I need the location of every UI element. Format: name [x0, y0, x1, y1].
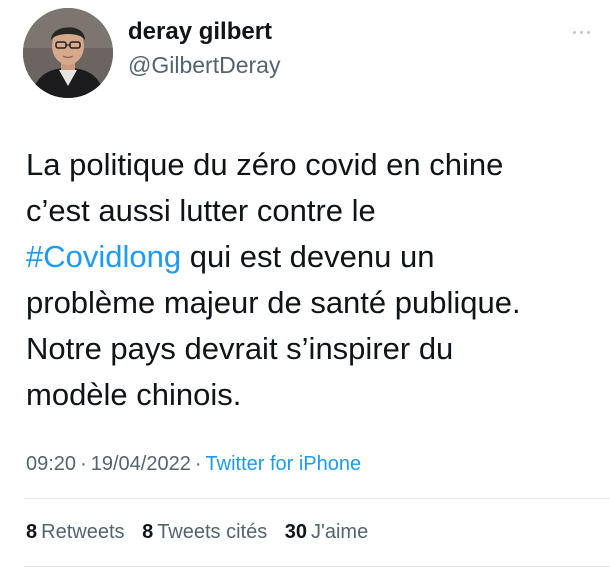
divider — [24, 498, 610, 499]
tweet-date[interactable]: 19/04/2022 — [91, 453, 191, 475]
tweet-stats: 8 Retweets 8 Tweets cités 30 J'aime — [26, 521, 380, 544]
tweet-text-line: c’est aussi lutter contre le — [26, 193, 376, 228]
author-handle[interactable]: @GilbertDeray — [128, 52, 280, 79]
quote-tweets-count: 8 — [142, 521, 154, 543]
likes-count: 30 — [284, 521, 308, 543]
tweet-card: deray gilbert @GilbertDeray La politique… — [0, 0, 610, 577]
quote-tweets-label: Tweets cités — [157, 521, 268, 543]
quote-tweets-stat[interactable]: 8 Tweets cités — [142, 521, 267, 543]
tweet-time[interactable]: 09:20 — [26, 453, 76, 475]
tweet-text-line: modèle chinois. — [26, 377, 242, 412]
likes-stat[interactable]: 30 J'aime — [285, 521, 368, 543]
profile-photo-icon — [23, 8, 113, 98]
author-name[interactable]: deray gilbert — [128, 18, 272, 46]
retweets-count: 8 — [26, 521, 38, 543]
tweet-meta: 09:20 · 19/04/2022 · Twitter for iPhone — [26, 453, 361, 476]
more-icon[interactable] — [566, 22, 596, 42]
meta-separator: · — [80, 453, 87, 475]
tweet-text-line: #Covidlong qui est devenu un — [26, 234, 596, 280]
tweet-text-line: problème majeur de santé publique. — [26, 285, 521, 320]
tweet-text: La politique du zéro covid en chine c’es… — [26, 142, 596, 418]
tweet-text-fragment: qui est devenu un — [181, 239, 435, 274]
avatar[interactable] — [23, 8, 113, 98]
retweets-stat[interactable]: 8 Retweets — [26, 521, 125, 543]
divider — [24, 566, 610, 567]
meta-separator: · — [194, 453, 202, 475]
likes-label: J'aime — [311, 521, 369, 543]
retweets-label: Retweets — [41, 521, 125, 543]
hashtag-link[interactable]: #Covidlong — [26, 239, 181, 274]
tweet-source-link[interactable]: Twitter for iPhone — [206, 453, 362, 475]
tweet-text-line: La politique du zéro covid en chine — [26, 147, 504, 182]
tweet-text-line: Notre pays devrait s’inspirer du — [26, 331, 454, 366]
